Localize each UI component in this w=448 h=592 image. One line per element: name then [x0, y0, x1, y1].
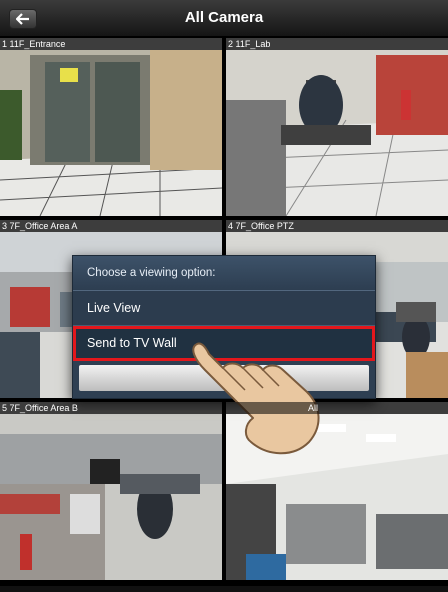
camera-label: 4 7F_Office PTZ — [226, 220, 448, 232]
camera-label: All — [226, 402, 448, 414]
camera-feed-2 — [226, 50, 448, 216]
camera-label: 2 11F_Lab — [226, 38, 448, 50]
dialog-title: Choose a viewing option: — [73, 256, 375, 291]
live-view-option[interactable]: Live View — [73, 291, 375, 326]
camera-tile-1[interactable]: 1 11F_Entrance — [0, 38, 222, 216]
camera-label: 3 7F_Office Area A — [0, 220, 222, 232]
page-title: All Camera — [184, 9, 264, 26]
camera-tile-2[interactable]: 2 11F_Lab — [226, 38, 448, 216]
bottom-bar — [0, 586, 448, 592]
pointing-hand-icon — [192, 342, 320, 455]
camera-feed-1 — [0, 50, 222, 216]
title-bar: All Camera — [0, 0, 448, 37]
camera-label: 5 7F_Office Area B — [0, 402, 222, 414]
camera-label: 1 11F_Entrance — [0, 38, 222, 50]
